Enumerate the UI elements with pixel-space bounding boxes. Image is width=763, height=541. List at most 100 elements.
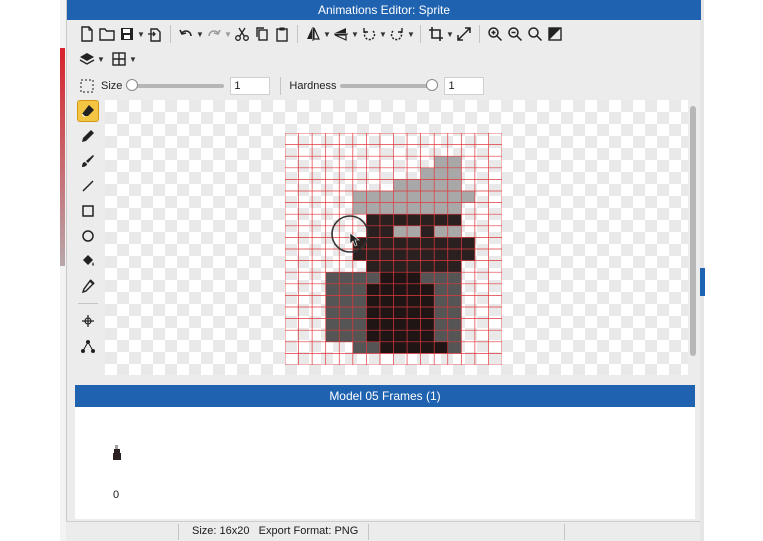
crop-menu-chevron-icon[interactable]: ▼ [446, 24, 454, 44]
layers-menu-chevron-icon[interactable]: ▼ [97, 49, 105, 69]
sprite-pixel[interactable] [420, 179, 435, 192]
sprite-pixel[interactable] [379, 330, 394, 343]
sprite-pixel[interactable] [407, 249, 421, 261]
sprite-pixel[interactable] [366, 341, 381, 354]
flip-vertical-menu-chevron-icon[interactable]: ▼ [351, 24, 359, 44]
sprite-pixel[interactable] [339, 295, 354, 308]
sprite-pixel[interactable] [434, 272, 449, 285]
sprite-pixel[interactable] [407, 225, 421, 238]
sprite-pixel[interactable] [434, 341, 449, 354]
sprite-pixel[interactable] [407, 191, 421, 203]
size-value-field[interactable]: 1 [230, 77, 271, 95]
hardness-value-field[interactable]: 1 [444, 77, 485, 95]
sprite-pixel[interactable] [420, 272, 435, 285]
scrollbar-thumb[interactable] [690, 106, 696, 356]
undo-menu-chevron-icon[interactable]: ▼ [196, 24, 204, 44]
sprite-pixel[interactable] [393, 225, 408, 238]
sprite-pixel[interactable] [420, 225, 435, 238]
zoom-in-icon[interactable] [485, 24, 505, 44]
sprite-pixel[interactable] [352, 202, 367, 215]
sprite-pixel[interactable] [393, 341, 408, 354]
layers-icon[interactable] [77, 49, 97, 69]
sprite-pixel[interactable] [366, 237, 381, 250]
sprite-pixel[interactable] [379, 249, 394, 261]
sprite-pixel[interactable] [352, 249, 367, 261]
sprite-pixel[interactable] [407, 202, 421, 215]
sprite-pixel[interactable] [420, 214, 435, 227]
sprite-pixel[interactable] [407, 272, 421, 285]
sprite-pixel[interactable] [461, 249, 476, 261]
sprite-pixel[interactable] [407, 318, 421, 331]
node-icon[interactable] [77, 335, 99, 357]
fill-background-icon[interactable] [545, 24, 565, 44]
sprite-pixel[interactable] [461, 191, 476, 203]
sprite-pixel[interactable] [420, 191, 435, 203]
redo-icon[interactable] [204, 24, 224, 44]
undo-icon[interactable] [176, 24, 196, 44]
line-icon[interactable] [77, 175, 99, 197]
sprite-pixel[interactable] [434, 191, 449, 203]
sprite-pixel[interactable] [420, 167, 435, 180]
sprite-pixel[interactable] [352, 307, 367, 319]
sprite-pixel[interactable] [366, 283, 381, 296]
sprite-pixel[interactable] [393, 237, 408, 250]
zoom-out-icon[interactable] [505, 24, 525, 44]
cut-icon[interactable] [232, 24, 252, 44]
sprite-pixel[interactable] [407, 330, 421, 343]
sprite-pixel[interactable] [434, 237, 449, 250]
sprite-pixel[interactable] [379, 341, 394, 354]
sprite-pixel[interactable] [325, 295, 340, 308]
sprite-pixel[interactable] [434, 225, 449, 238]
sprite-pixel[interactable] [420, 202, 435, 215]
sprite-pixel[interactable] [447, 272, 462, 285]
sprite-pixel[interactable] [393, 318, 408, 331]
drawing-canvas[interactable] [105, 100, 688, 375]
size-slider-handle[interactable] [126, 79, 139, 91]
sprite-pixel[interactable] [366, 214, 381, 227]
sprite-pixel[interactable] [407, 260, 421, 273]
sprite-pixel[interactable] [366, 307, 381, 319]
sprite-pixel[interactable] [393, 330, 408, 343]
sprite-pixel[interactable] [366, 272, 381, 285]
sprite-pixel[interactable] [393, 272, 408, 285]
sprite-pixel[interactable] [352, 318, 367, 331]
sprite-pixel[interactable] [420, 295, 435, 308]
sprite-pixel[interactable] [379, 272, 394, 285]
sprite-pixel[interactable] [434, 318, 449, 331]
sprite-pixel[interactable] [434, 260, 449, 273]
save-icon[interactable] [117, 24, 137, 44]
sprite-pixel[interactable] [434, 249, 449, 261]
sprite-pixel[interactable] [339, 330, 354, 343]
save-menu-chevron-icon[interactable]: ▼ [137, 24, 145, 44]
sprite-pixel[interactable] [447, 307, 462, 319]
sprite-pixel[interactable] [366, 249, 381, 261]
sprite-pixel[interactable] [434, 214, 449, 227]
resize-icon[interactable] [454, 24, 474, 44]
sprite-pixel[interactable] [325, 283, 340, 296]
rectangle-icon[interactable] [77, 200, 99, 222]
rotate-left-menu-chevron-icon[interactable]: ▼ [379, 24, 387, 44]
sprite-pixel[interactable] [379, 202, 394, 215]
sprite-pixel[interactable] [393, 202, 408, 215]
sprite-pixel[interactable] [339, 318, 354, 331]
sprite-pixel[interactable] [420, 237, 435, 250]
move-point-icon[interactable] [77, 310, 99, 332]
sprite-pixel[interactable] [339, 283, 354, 296]
sprite-pixel[interactable] [325, 272, 340, 285]
sprite-pixel[interactable] [407, 237, 421, 250]
sprite-pixel[interactable] [379, 237, 394, 250]
sprite-pixel[interactable] [393, 179, 408, 192]
sprite-pixel[interactable] [325, 318, 340, 331]
sprite-pixel[interactable] [379, 295, 394, 308]
sprite-pixel[interactable] [434, 307, 449, 319]
paste-icon[interactable] [272, 24, 292, 44]
sprite-pixel[interactable] [379, 307, 394, 319]
sprite-pixel[interactable] [447, 179, 462, 192]
grid-menu-chevron-icon[interactable]: ▼ [129, 49, 137, 69]
sprite-pixel[interactable] [447, 249, 462, 261]
sprite-pixel[interactable] [447, 318, 462, 331]
sprite-pixel[interactable] [447, 202, 462, 215]
sprite-pixel[interactable] [407, 179, 421, 192]
sprite-pixel[interactable] [447, 156, 462, 169]
rotate-right-icon[interactable] [387, 24, 407, 44]
